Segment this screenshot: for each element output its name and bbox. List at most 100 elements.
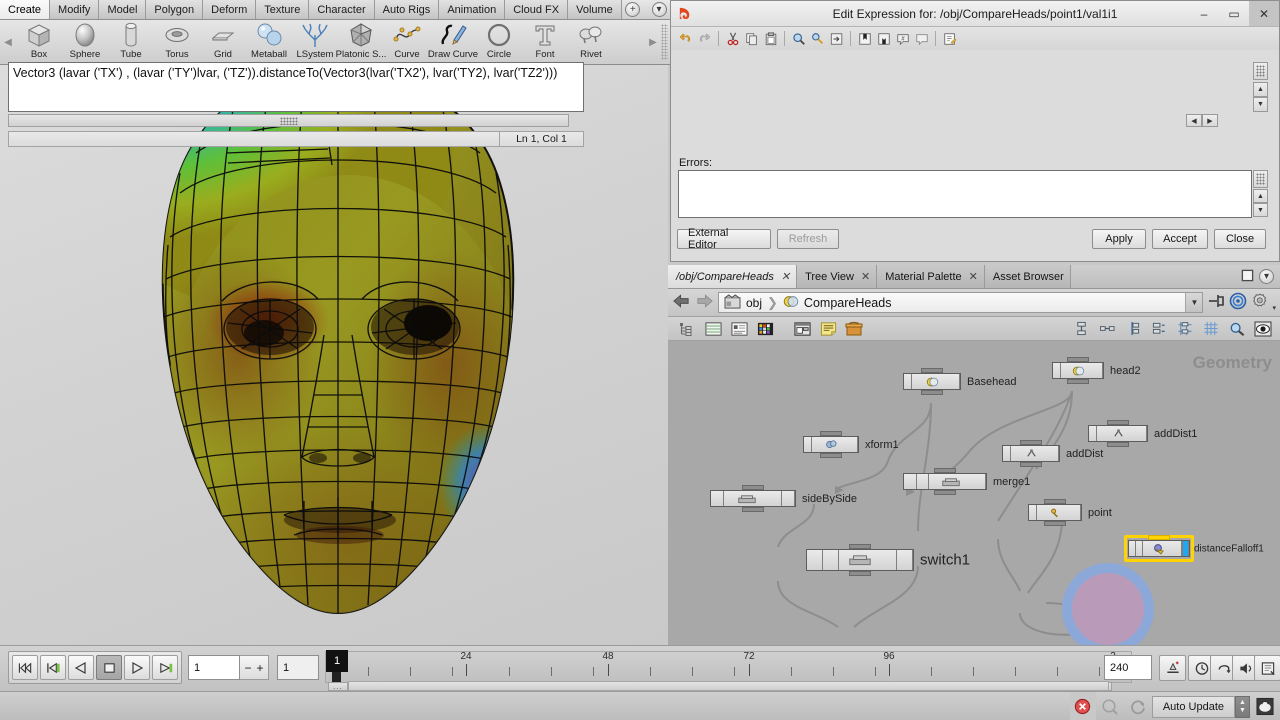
node-flag-right[interactable] — [973, 474, 986, 489]
grid-snap-icon[interactable] — [1176, 320, 1194, 338]
shelf-tool-rivet[interactable]: Rivet — [568, 22, 614, 65]
error-icon[interactable] — [1069, 692, 1096, 720]
node-output-connector[interactable] — [1067, 379, 1089, 384]
node-flag-left[interactable] — [904, 474, 917, 489]
shelf-scroll-right-button[interactable]: ▶ — [645, 37, 661, 48]
node-output-connector[interactable] — [820, 453, 842, 458]
scroll-down-button[interactable]: ▼ — [1253, 97, 1268, 112]
color-palette-icon[interactable] — [756, 320, 774, 338]
close-button[interactable]: Close — [1214, 229, 1266, 249]
node-flag-right[interactable] — [1139, 426, 1147, 441]
maximize-icon[interactable]: ▭ — [1219, 1, 1249, 26]
pane-menu-icon[interactable]: ▾ — [1259, 269, 1274, 284]
shelf-tool-sphere[interactable]: Sphere — [62, 22, 108, 65]
shelf-add-tab-button[interactable]: + — [622, 0, 644, 19]
node-flag-left[interactable] — [804, 437, 812, 452]
scroll-right-button[interactable]: ▶ — [1202, 114, 1218, 127]
shelf-tool-font[interactable]: Font — [522, 22, 568, 65]
find-icon[interactable] — [790, 30, 807, 47]
tab-tree-view[interactable]: Tree View ✕ — [797, 265, 878, 288]
network-path-input[interactable]: obj ❯ CompareHeads ▼ — [718, 292, 1204, 313]
timeline-scrollbar[interactable] — [348, 681, 1109, 691]
minimize-icon[interactable]: – — [1189, 1, 1219, 26]
frame-increment-button[interactable]: + — [252, 655, 269, 680]
bookmark-next-icon[interactable] — [875, 30, 892, 47]
shelf-tab-cloud-fx[interactable]: Cloud FX — [505, 0, 569, 19]
shelf-tool-grid[interactable]: Grid — [200, 22, 246, 65]
tab-compare-heads[interactable]: /obj/CompareHeads ✕ — [668, 265, 798, 288]
stop-button[interactable] — [96, 655, 122, 680]
close-icon[interactable]: ✕ — [1249, 1, 1279, 26]
node-flag-left[interactable] — [1003, 446, 1011, 461]
end-frame-input[interactable]: 240 — [1104, 655, 1152, 680]
shelf-menu-button[interactable]: ▾ — [648, 0, 670, 19]
shelf-tool-draw-curve[interactable]: Draw Curve — [428, 22, 478, 65]
next-key-button[interactable] — [152, 655, 178, 680]
apply-button[interactable]: Apply — [1092, 229, 1146, 249]
node-flag-right[interactable] — [1175, 541, 1182, 556]
scroll-left-button[interactable]: ◀ — [1186, 114, 1202, 127]
hierarchy-icon[interactable] — [678, 320, 696, 338]
shelf-tab-character[interactable]: Character — [309, 0, 375, 19]
close-icon[interactable]: ✕ — [781, 270, 790, 283]
shelf-tab-model[interactable]: Model — [99, 0, 147, 19]
gear-icon[interactable]: ▾ — [1251, 292, 1276, 313]
shelf-tab-auto-rigs[interactable]: Auto Rigs — [374, 0, 440, 19]
redo-icon[interactable] — [696, 30, 713, 47]
node-switch1[interactable]: switch1 — [806, 544, 970, 576]
update-mode-selector[interactable]: Auto Update — [1151, 695, 1235, 718]
align-right-icon[interactable] — [1150, 320, 1168, 338]
scroll-grip[interactable] — [1253, 170, 1268, 188]
node-output-connector[interactable] — [934, 490, 956, 495]
playhead[interactable]: 1 — [326, 650, 348, 672]
node-flag-right[interactable] — [1073, 505, 1081, 520]
external-editor-button[interactable]: External Editor — [677, 227, 771, 251]
expression-window-titlebar[interactable]: Edit Expression for: /obj/CompareHeads/p… — [671, 1, 1279, 27]
shelf-tool-box[interactable]: Box — [16, 22, 62, 65]
edit-note-icon[interactable] — [941, 30, 958, 47]
play-reverse-button[interactable] — [68, 655, 94, 680]
node-output-connector[interactable] — [1020, 462, 1042, 467]
scroll-grip[interactable] — [1253, 62, 1268, 80]
tab-material-palette[interactable]: Material Palette ✕ — [877, 265, 985, 288]
refresh-button[interactable]: Refresh — [777, 229, 839, 249]
align-vertical-icon[interactable] — [1072, 320, 1090, 338]
expression-horizontal-scrollbar[interactable] — [8, 114, 569, 127]
shelf-tab-modify[interactable]: Modify — [50, 0, 100, 19]
node-flag-left-2[interactable] — [917, 474, 929, 489]
align-left-icon[interactable] — [1124, 320, 1142, 338]
notes-icon[interactable] — [819, 320, 837, 338]
node-distanceFalloff1[interactable]: distanceFalloff1 — [1124, 535, 1264, 562]
node-flag-left[interactable] — [1129, 541, 1136, 556]
shelf-drag-handle[interactable] — [661, 24, 668, 60]
node-output-connector[interactable] — [1044, 521, 1066, 526]
node-head2[interactable]: head2 — [1052, 357, 1141, 384]
uncomment-icon[interactable] — [913, 30, 930, 47]
node-basehead[interactable]: Basehead — [903, 368, 1017, 395]
node-flag-right[interactable] — [881, 550, 897, 570]
indent-icon[interactable] — [828, 30, 845, 47]
node-addDist1[interactable]: addDist1 — [1088, 420, 1197, 447]
close-icon[interactable]: ✕ — [861, 270, 870, 283]
3d-viewport[interactable] — [0, 65, 668, 645]
node-output-connector[interactable] — [849, 571, 871, 576]
bookmark-prev-icon[interactable] — [856, 30, 873, 47]
expression-text-editor[interactable]: Vector3 (lavar ('TX') , (lavar ('TY')lva… — [8, 62, 584, 112]
node-xform1[interactable]: xform1 — [803, 431, 899, 458]
display-flag-icon[interactable] — [1254, 320, 1272, 338]
close-icon[interactable]: ✕ — [969, 270, 978, 283]
paste-icon[interactable] — [762, 30, 779, 47]
node-flag-right-2[interactable] — [782, 491, 795, 506]
shelf-tool-curve[interactable]: Curve — [384, 22, 430, 65]
node-flag-left[interactable] — [1029, 505, 1037, 520]
play-forward-button[interactable] — [124, 655, 150, 680]
shelf-tab-deform[interactable]: Deform — [203, 0, 257, 19]
timeline-ruler[interactable]: 24 48 72 96 2 1 ... ... — [325, 650, 1132, 691]
node-flag-right-2[interactable] — [897, 550, 913, 570]
jump-to-start-button[interactable] — [12, 655, 38, 680]
undo-icon[interactable] — [677, 30, 694, 47]
node-flag-left[interactable] — [1053, 363, 1061, 378]
node-flag-left-2[interactable] — [1136, 541, 1143, 556]
comment-icon[interactable]: # — [894, 30, 911, 47]
cut-icon[interactable] — [724, 30, 741, 47]
